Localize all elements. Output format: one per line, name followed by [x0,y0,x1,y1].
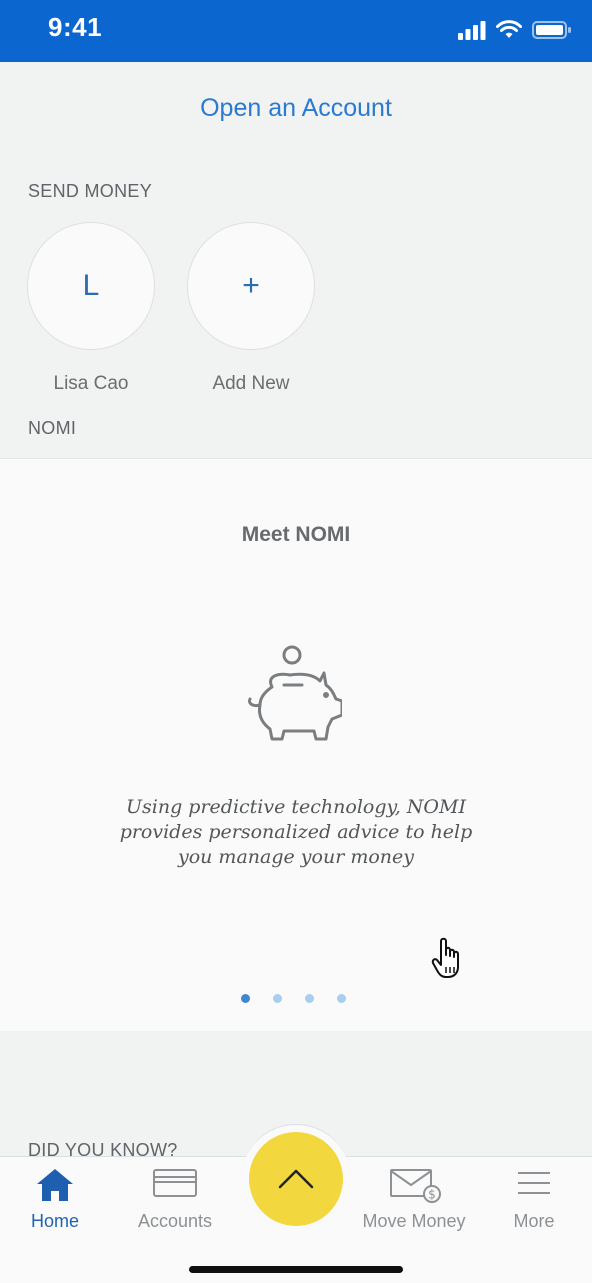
open-account-link[interactable]: Open an Account [0,94,592,123]
tab-label: More [513,1211,555,1231]
nomi-label: NOMI [28,418,77,438]
carousel-pagination[interactable] [241,994,346,1003]
status-icons [458,16,572,44]
carousel-dot[interactable] [337,994,346,1003]
tab-more[interactable]: More [475,1157,592,1247]
status-bar: 9:41 [0,0,592,62]
tab-label: Accounts [137,1211,213,1231]
status-time: 9:41 [48,12,103,42]
contact-initial: L [82,269,100,302]
cellular-signal-icon [458,21,486,40]
nomi-description-line: Using predictive technology, NOMI [126,796,466,818]
menu-icon [518,1172,550,1194]
home-indicator [189,1266,403,1273]
expand-menu-button[interactable] [249,1132,343,1226]
plus-icon: + [242,269,260,302]
tab-move-money[interactable]: $ Move Money [355,1157,473,1247]
nomi-card-title: Meet NOMI [241,523,351,546]
tab-label: Home [30,1211,79,1231]
carousel-dot[interactable] [241,994,250,1003]
nomi-card[interactable]: Meet NOMI Using predictive technology, N… [0,458,592,1031]
chevron-up-icon [278,1169,314,1189]
did-you-know-label: DID YOU KNOW? [28,1140,178,1156]
contact-name-lisa-cao[interactable]: Lisa Cao [11,373,171,395]
battery-icon [532,21,571,39]
tab-home[interactable]: Home [0,1157,114,1247]
home-icon [37,1169,73,1201]
nomi-description: Using predictive technology, NOMI provid… [100,795,492,870]
carousel-dot[interactable] [305,994,314,1003]
tab-accounts[interactable]: Accounts [116,1157,234,1247]
send-money-label: SEND MONEY [28,181,153,201]
main-content[interactable]: Open an Account SEND MONEY L Lisa Cao + … [0,62,592,1156]
add-new-contact-button[interactable]: + [187,222,315,350]
wifi-icon [496,20,522,38]
contact-avatar-lisa-cao[interactable]: L [27,222,155,350]
piggy-bank-icon [248,645,342,741]
nomi-description-line: provides personalized advice to help [119,821,473,843]
tab-label: Move Money [362,1211,466,1231]
add-new-label[interactable]: Add New [171,373,331,395]
carousel-dot[interactable] [273,994,282,1003]
svg-text:$: $ [428,1188,436,1202]
envelope-money-icon: $ [390,1169,441,1203]
hand-cursor-icon [431,937,459,978]
nomi-description-line: you manage your money [177,846,414,868]
card-icon [153,1169,197,1197]
